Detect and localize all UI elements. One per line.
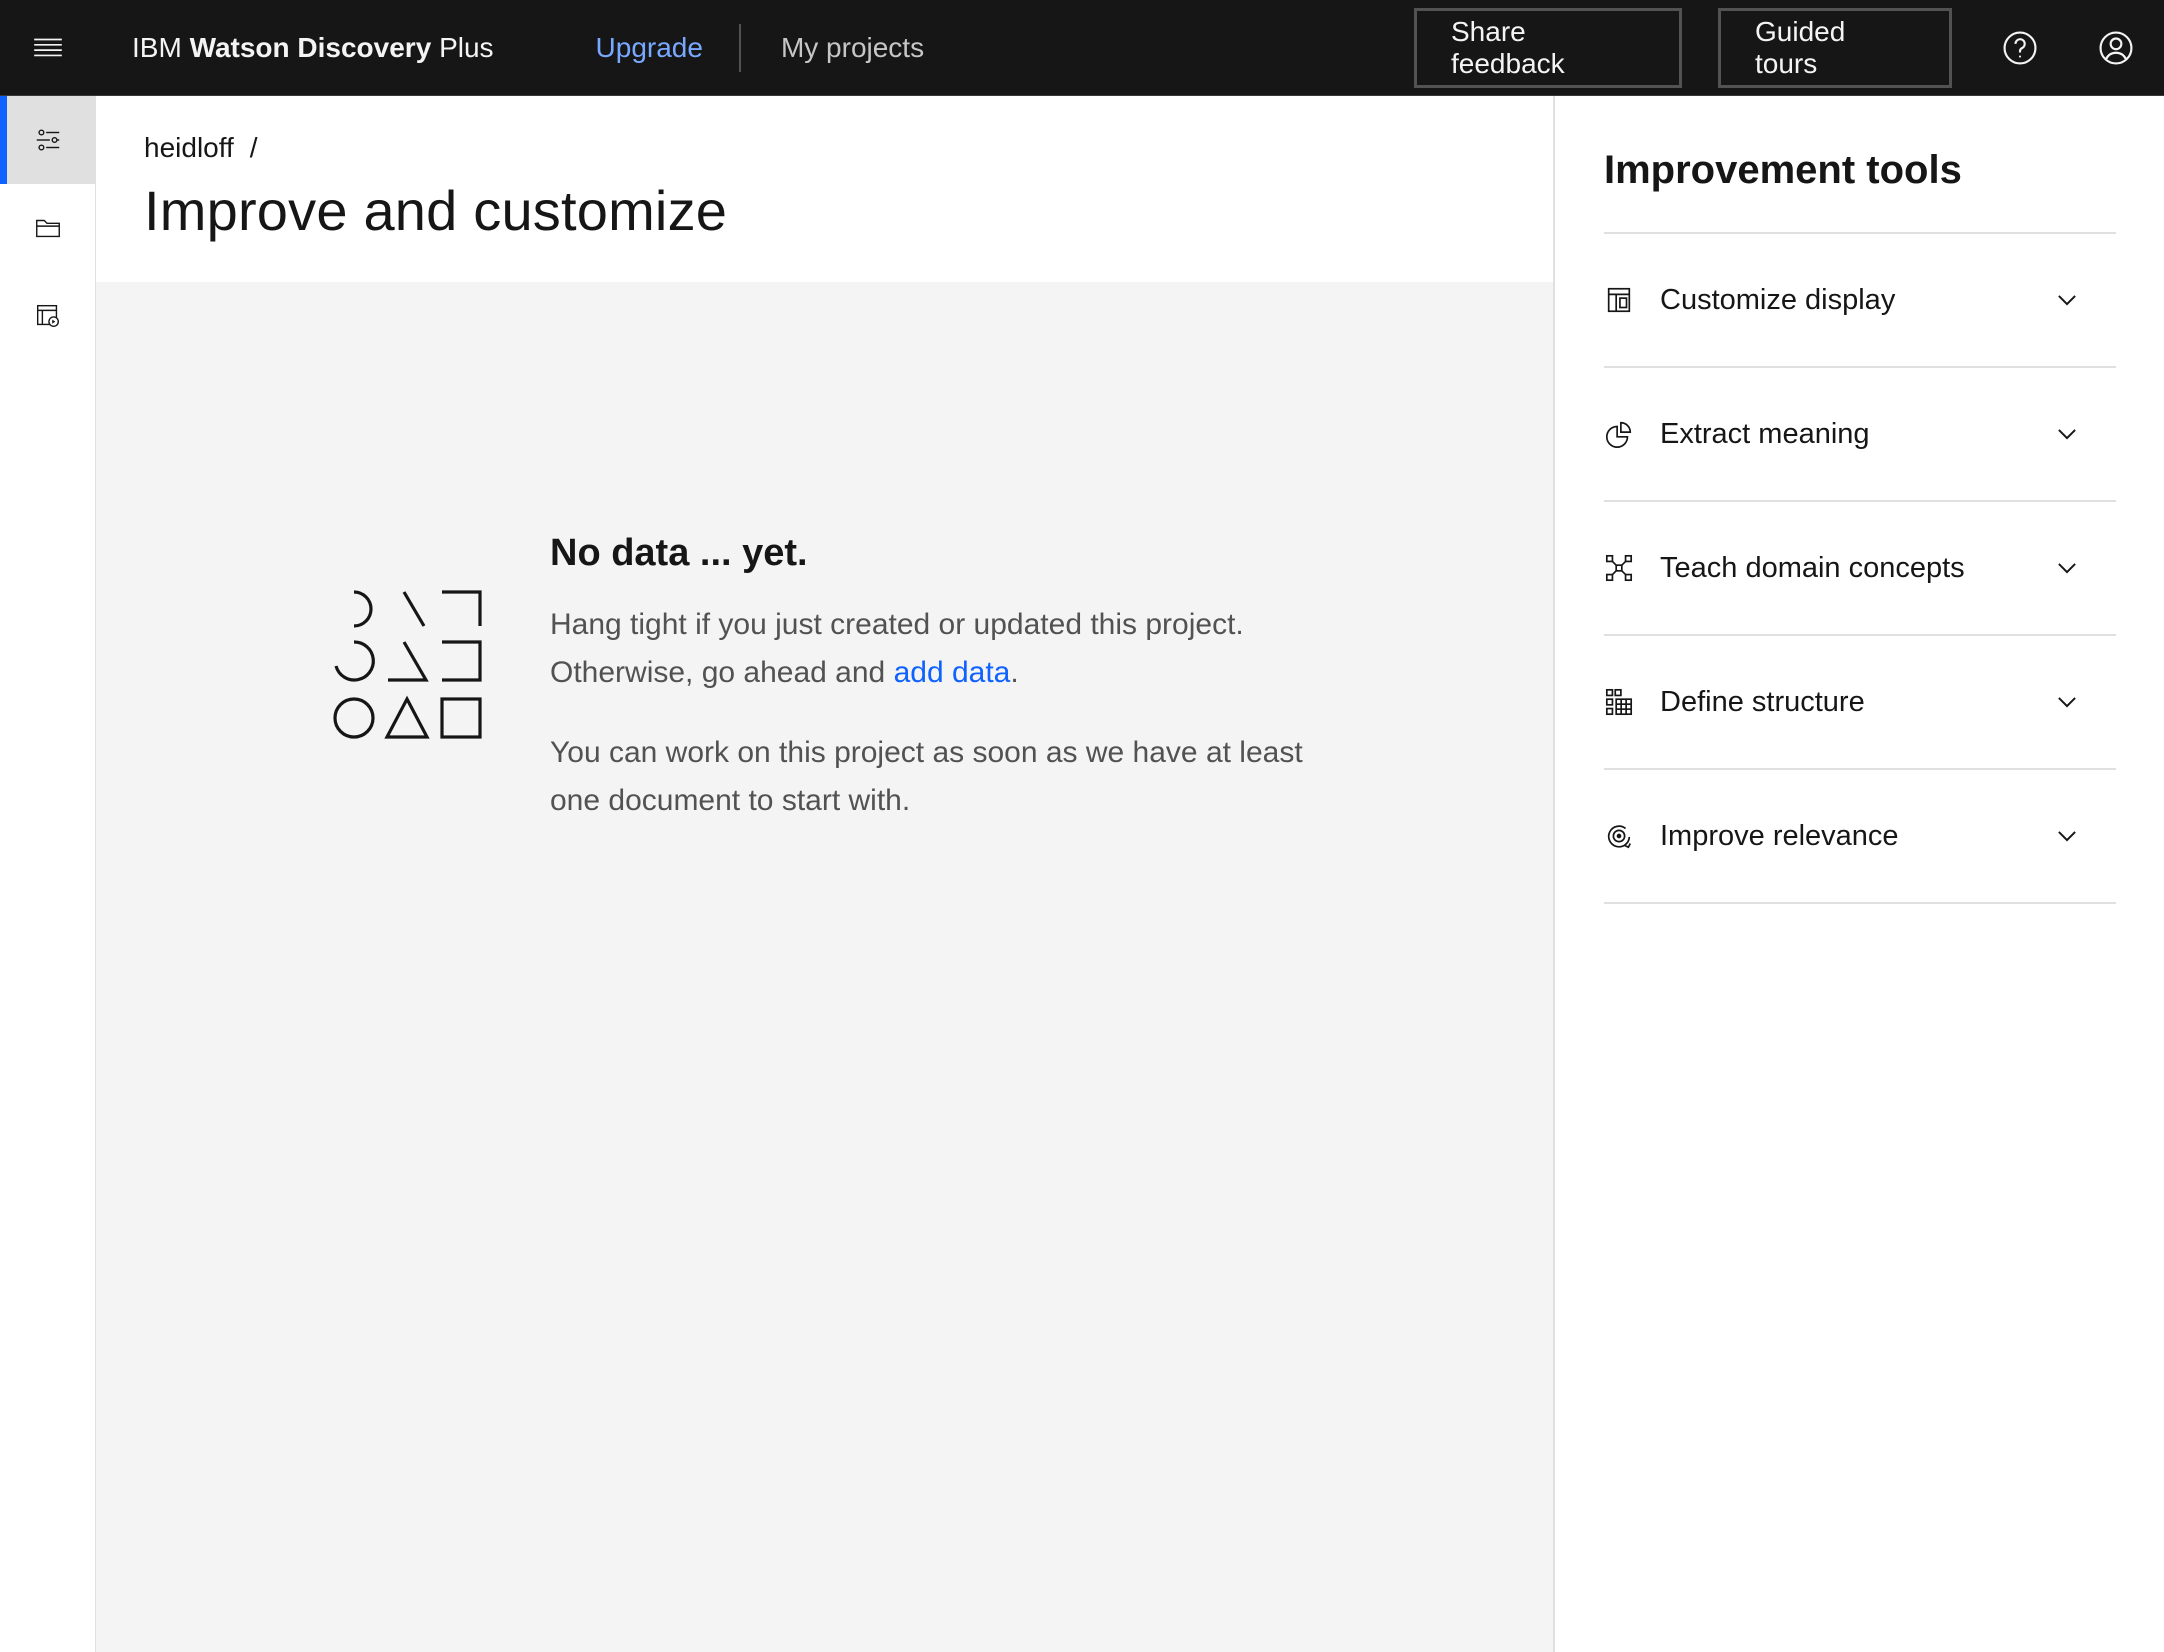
chevron-down-icon — [2058, 831, 2076, 842]
brand-bold: Watson Discovery — [189, 31, 432, 63]
accordion-label: Teach domain concepts — [1660, 551, 1965, 584]
empty-state-line2-suffix: . — [1010, 656, 1019, 689]
brand-suffix: Plus — [439, 31, 494, 63]
user-avatar-icon[interactable] — [2068, 0, 2164, 96]
rail-item-manage-collections[interactable] — [0, 184, 95, 272]
accordion-label: Define structure — [1660, 685, 1865, 718]
grid-structure-icon — [1605, 688, 1633, 716]
nav-divider — [738, 23, 741, 72]
layout-icon — [1607, 287, 1631, 313]
page-header: heidloff / Improve and customize — [96, 96, 1553, 282]
chevron-down-icon — [2058, 295, 2076, 306]
help-icon[interactable] — [1972, 0, 2068, 96]
settings-adjust-icon — [36, 129, 59, 151]
network-icon — [1605, 554, 1633, 582]
breadcrumb-project-link[interactable]: heidloff — [144, 132, 234, 164]
folder-icon — [35, 219, 60, 238]
chevron-down-icon — [2058, 563, 2076, 574]
improvement-tools-title: Improvement tools — [1604, 148, 1962, 192]
hamburger-menu-icon[interactable] — [0, 0, 96, 96]
my-projects-link[interactable]: My projects — [781, 32, 924, 64]
accordion-improve-relevance[interactable]: Improve relevance — [1604, 770, 2116, 904]
target-icon — [1607, 825, 1632, 849]
add-data-link[interactable]: add data — [894, 656, 1011, 689]
improvement-tools-list: Customize display Extract meaning Teach … — [1604, 232, 2116, 904]
empty-shapes-icon — [333, 590, 482, 739]
chevron-down-icon — [2058, 429, 2076, 440]
empty-state-text: No data ... yet. Hang tight if you just … — [550, 532, 1330, 825]
guided-tours-button[interactable]: Guided tours — [1718, 8, 1952, 88]
product-name[interactable]: IBM Watson Discovery Plus — [132, 32, 494, 64]
empty-state-line2-prefix: Otherwise, go ahead and — [550, 656, 894, 689]
accordion-label: Customize display — [1660, 283, 1896, 316]
breadcrumb: heidloff / — [144, 132, 1553, 164]
side-rail — [0, 96, 96, 1652]
pie-chart-icon — [1606, 421, 1632, 448]
accordion-teach-domain-concepts[interactable]: Teach domain concepts — [1604, 502, 2116, 636]
empty-state: No data ... yet. Hang tight if you just … — [332, 532, 1330, 825]
data-sources-icon — [36, 304, 59, 328]
accordion-label: Extract meaning — [1660, 417, 1870, 450]
header-actions: Share feedback Guided tours — [1414, 0, 2164, 96]
share-feedback-button[interactable]: Share feedback — [1414, 8, 1682, 88]
upgrade-link[interactable]: Upgrade — [596, 32, 703, 64]
brand-prefix: IBM — [132, 31, 182, 63]
rail-item-integrate-deploy[interactable] — [0, 272, 95, 360]
empty-state-description: Hang tight if you just created or update… — [550, 601, 1330, 697]
accordion-label: Improve relevance — [1660, 819, 1899, 852]
top-header: IBM Watson Discovery Plus Upgrade My pro… — [0, 0, 2164, 96]
rail-item-improve[interactable] — [0, 96, 95, 184]
empty-state-title: No data ... yet. — [550, 532, 808, 574]
page-title: Improve and customize — [144, 179, 728, 242]
main-content: heidloff / Improve and customize No data… — [96, 96, 1553, 1652]
empty-state-line1: Hang tight if you just created or update… — [550, 608, 1244, 641]
chevron-down-icon — [2058, 697, 2076, 708]
accordion-define-structure[interactable]: Define structure — [1604, 636, 2116, 770]
accordion-customize-display[interactable]: Customize display — [1604, 234, 2116, 368]
breadcrumb-separator: / — [249, 132, 258, 163]
accordion-extract-meaning[interactable]: Extract meaning — [1604, 368, 2116, 502]
improvement-tools-panel: Improvement tools Customize display Extr… — [1553, 96, 2164, 1652]
empty-state-paragraph2: You can work on this project as soon as … — [550, 736, 1303, 817]
